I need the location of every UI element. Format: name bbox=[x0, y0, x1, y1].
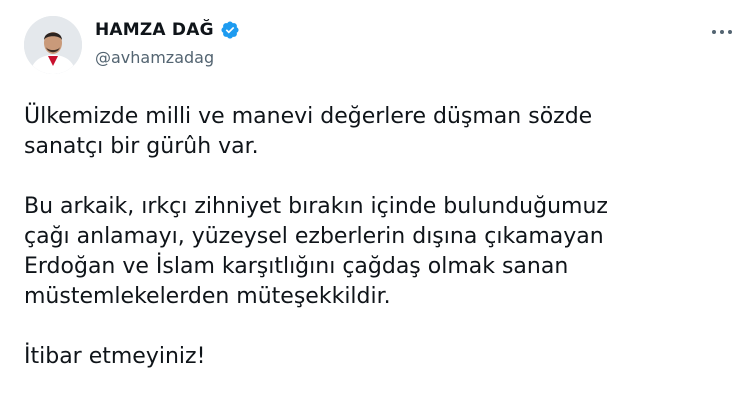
more-horizontal-icon bbox=[712, 30, 732, 34]
verified-badge-icon bbox=[220, 20, 240, 40]
tweet-text: Ülkemizde milli ve manevi değerlere düşm… bbox=[24, 102, 734, 402]
tweet-paragraph: Bu arkaik, ırkçı zihniyet bırakın içinde… bbox=[24, 194, 608, 309]
author-name-row: HAMZA DAĞ bbox=[95, 20, 240, 40]
tweet-paragraph: Ülkemizde milli ve manevi değerlere düşm… bbox=[24, 104, 593, 159]
author-handle[interactable]: @avhamzadag bbox=[95, 48, 214, 67]
avatar[interactable] bbox=[24, 16, 82, 74]
avatar-image bbox=[24, 16, 82, 74]
tweet-paragraph: İtibar etmeyiniz! bbox=[24, 344, 206, 369]
tweet-card: HAMZA DAĞ @avhamzadag Ülkemizde milli ve… bbox=[0, 0, 750, 420]
more-options-button[interactable] bbox=[710, 22, 734, 42]
author-display-name[interactable]: HAMZA DAĞ bbox=[95, 20, 214, 40]
